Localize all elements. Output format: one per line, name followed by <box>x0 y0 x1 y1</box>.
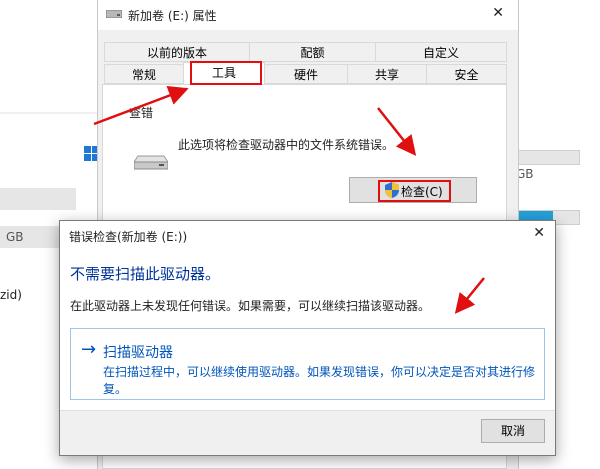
scan-option-description: 在扫描过程中，可以继续使用驱动器。如果发现错误，你可以决定是否对其进行修复。 <box>103 365 536 396</box>
scan-option-title[interactable]: 扫描驱动器 <box>103 342 173 362</box>
tab-security[interactable]: 安全 <box>426 64 507 84</box>
error-check-group-label: 查错 <box>127 104 156 121</box>
error-check-dialog: 错误检查(新加卷 (E:)) ✕ 不需要扫描此驱动器。 在此驱动器上未发现任何错… <box>59 220 556 456</box>
check-button-highlight <box>378 180 451 202</box>
cancel-button[interactable]: 取消 <box>481 419 545 443</box>
tab-sharing[interactable]: 共享 <box>347 64 427 84</box>
properties-titlebar: 新加卷 (E:) 属性 ✕ <box>98 0 518 30</box>
background-partial-text: zid) <box>0 288 22 302</box>
dialog-description: 在此驱动器上未发现任何错误。如果需要，可以继续扫描该驱动器。 <box>70 299 431 313</box>
arrow-right-icon: → <box>81 339 97 360</box>
scan-drive-option[interactable]: → 扫描驱动器 在扫描过程中，可以继续使用驱动器。如果发现错误，你可以决定是否对… <box>70 328 545 400</box>
tab-general[interactable]: 常规 <box>104 64 184 84</box>
tab-quota[interactable]: 配额 <box>249 42 376 62</box>
tab-previous-versions[interactable]: 以前的版本 <box>104 42 250 62</box>
dialog-heading: 不需要扫描此驱动器。 <box>70 265 221 283</box>
background-divider <box>0 112 98 114</box>
drive-icon <box>106 10 122 18</box>
tools-tab-highlight <box>190 61 262 85</box>
background-usage-bar <box>514 150 580 165</box>
tab-hardware[interactable]: 硬件 <box>264 64 348 84</box>
background-drive-bar <box>0 188 76 210</box>
tab-customize[interactable]: 自定义 <box>375 42 507 62</box>
close-icon[interactable]: ✕ <box>492 5 504 21</box>
hard-drive-icon <box>134 155 168 170</box>
properties-title: 新加卷 (E:) 属性 <box>128 9 217 23</box>
dialog-footer: 取消 <box>60 410 555 455</box>
check-description: 此选项将检查驱动器中的文件系统错误。 <box>178 138 395 152</box>
dialog-title: 错误检查(新加卷 (E:)) <box>69 230 188 244</box>
dialog-close-icon[interactable]: ✕ <box>533 225 545 241</box>
